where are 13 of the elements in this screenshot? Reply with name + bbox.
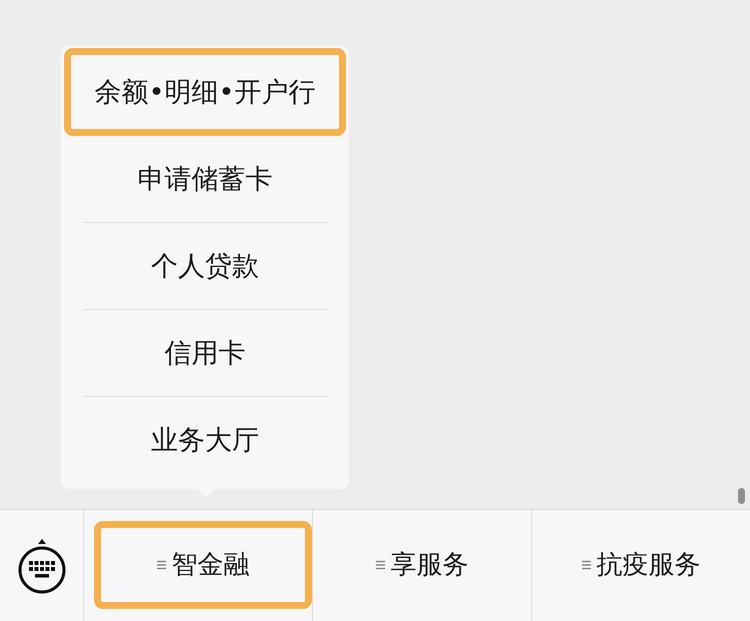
menu-item[interactable]: 业务大厅 — [61, 397, 349, 483]
menu-item[interactable]: 余额•明细•开户行 — [64, 48, 346, 136]
menu-tab[interactable]: 抗疫服务 — [532, 520, 750, 608]
menu-item[interactable]: 申请储蓄卡 — [61, 136, 349, 222]
scrollbar — [738, 488, 745, 504]
menu-icon — [376, 560, 384, 570]
menu-item[interactable]: 信用卡 — [61, 310, 349, 396]
menu-tab[interactable]: 智金融 — [94, 520, 312, 608]
menu-icon — [156, 560, 166, 570]
menu-icon — [582, 560, 590, 570]
menu-item[interactable]: 个人贷款 — [61, 223, 349, 309]
menu-tab[interactable]: 享服务 — [313, 520, 531, 608]
keyboard-icon[interactable] — [16, 536, 66, 594]
